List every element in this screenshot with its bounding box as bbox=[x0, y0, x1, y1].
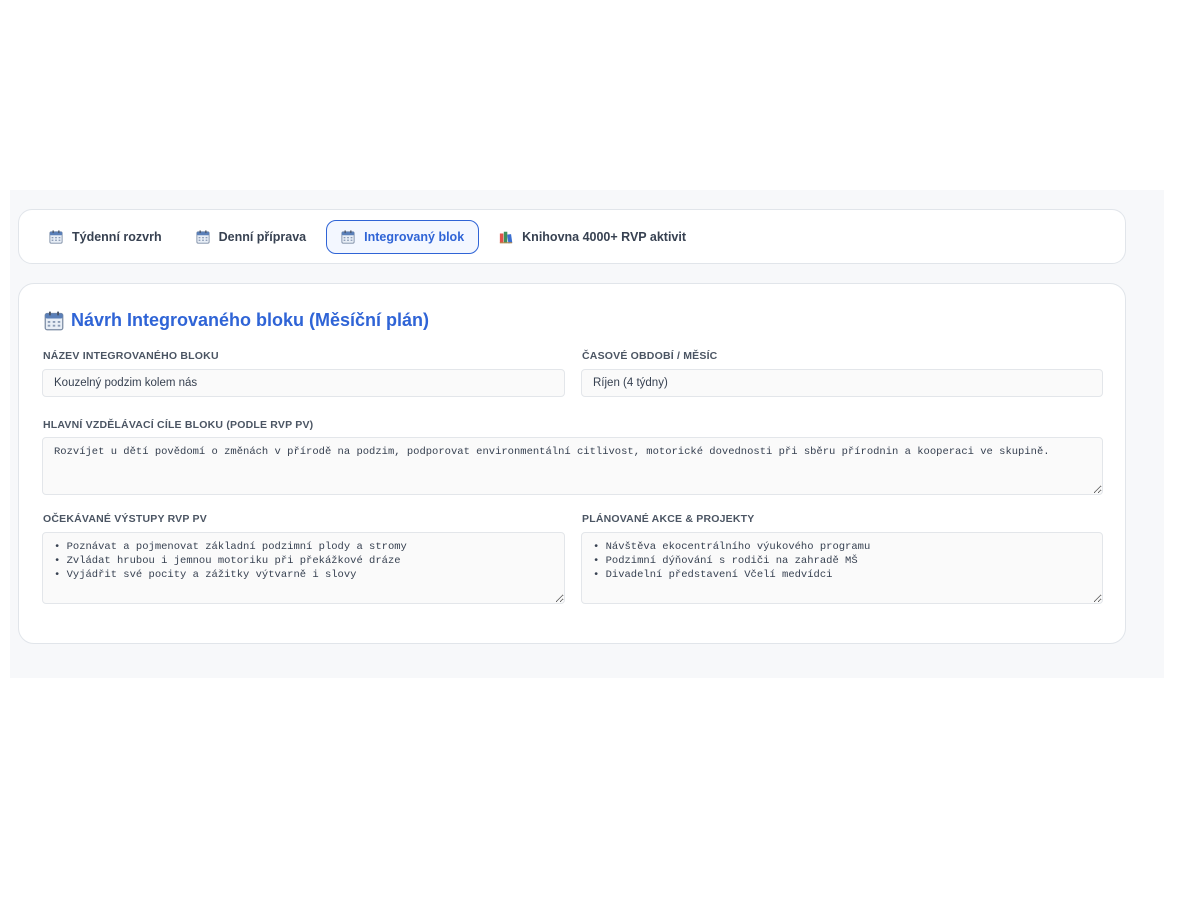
app-frame: Týdenní rozvrh Denní příprava Integrovan… bbox=[10, 190, 1164, 678]
card-title: Návrh Integrovaného bloku (Měsíční plán) bbox=[44, 310, 429, 331]
tab-label: Denní příprava bbox=[218, 229, 307, 244]
period-label: ČASOVÉ OBDOBÍ / MĚSÍC bbox=[582, 350, 718, 362]
calendar-icon bbox=[196, 230, 210, 244]
card-title-text: Návrh Integrovaného bloku (Měsíční plán) bbox=[71, 310, 430, 330]
goals-textarea[interactable]: Rozvíjet u dětí povědomí o změnách v pří… bbox=[42, 437, 1103, 495]
outcomes-label: OČEKÁVANÉ VÝSTUPY RVP PV bbox=[43, 513, 207, 525]
tab-label: Týdenní rozvrh bbox=[72, 229, 162, 244]
tab-integrated-block[interactable]: Integrovaný blok bbox=[326, 219, 480, 254]
block-name-input[interactable] bbox=[42, 369, 565, 397]
events-label: PLÁNOVANÉ AKCE & PROJEKTY bbox=[582, 513, 755, 525]
outcomes-textarea[interactable]: • Poznávat a pojmenovat základní podzimn… bbox=[42, 532, 565, 604]
calendar-icon bbox=[44, 311, 64, 331]
tab-daily-preparation[interactable]: Denní příprava bbox=[182, 220, 321, 254]
events-textarea[interactable]: • Návštěva ekocentrálního výukového prog… bbox=[581, 532, 1103, 604]
integrated-block-card: Návrh Integrovaného bloku (Měsíční plán)… bbox=[18, 283, 1126, 644]
calendar-icon bbox=[341, 230, 355, 244]
calendar-icon bbox=[49, 230, 63, 244]
tab-weekly-schedule[interactable]: Týdenní rozvrh bbox=[35, 220, 176, 254]
tab-label: Knihovna 4000+ RVP aktivit bbox=[522, 229, 687, 244]
period-input[interactable] bbox=[581, 369, 1103, 397]
tab-bar: Týdenní rozvrh Denní příprava Integrovan… bbox=[18, 209, 1126, 264]
goals-label: HLAVNÍ VZDĚLÁVACÍ CÍLE BLOKU (PODLE RVP … bbox=[43, 419, 314, 431]
block-name-label: NÁZEV INTEGROVANÉHO BLOKU bbox=[43, 350, 219, 362]
tab-activity-library[interactable]: Knihovna 4000+ RVP aktivit bbox=[485, 220, 700, 254]
tab-label: Integrovaný blok bbox=[364, 229, 465, 244]
books-icon bbox=[499, 230, 513, 244]
